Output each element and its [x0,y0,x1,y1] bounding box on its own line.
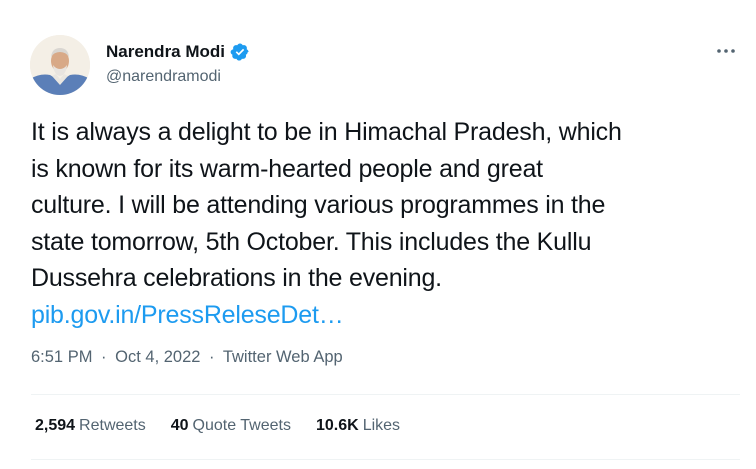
tweet-date[interactable]: Oct 4, 2022 [115,348,200,366]
more-options-button[interactable] [713,38,739,64]
quote-tweets-stat[interactable]: 40 Quote Tweets [171,417,291,435]
meta-separator: · [101,348,107,366]
author-handle[interactable]: @narendramodi [106,68,221,86]
tweet-meta: 6:51 PM · Oct 4, 2022 · Twitter Web App [31,348,343,367]
tweet-text: It is always a delight to be in Himachal… [31,114,746,333]
divider [31,394,740,395]
avatar-portrait-icon [30,35,90,95]
tweet-card: Narendra Modi @narendramodi It is always… [0,0,756,469]
meta-separator: · [209,348,215,366]
more-dots-icon [717,49,735,53]
divider [31,459,740,460]
retweets-count: 2,594 [35,417,76,434]
retweets-label: Retweets [79,417,146,434]
tweet-text-line: It is always a delight to be in Himachal… [31,118,622,146]
tweet-source[interactable]: Twitter Web App [223,348,343,366]
retweets-stat[interactable]: 2,594 Retweets [35,417,146,435]
likes-label: Likes [362,417,401,434]
likes-stat[interactable]: 10.6K Likes [316,417,400,435]
tweet-link[interactable]: pib.gov.in/PressReleseDet… [31,297,746,334]
tweet-text-line: culture. I will be attending various pro… [31,191,606,219]
author-name-row: Narendra Modi [106,41,250,63]
tweet-time[interactable]: 6:51 PM [31,348,92,366]
verified-badge-icon [230,43,249,61]
tweet-stats: 2,594 Retweets 40 Quote Tweets 10.6K Likes [35,417,425,435]
tweet-text-line: is known for its warm-hearted people and… [31,154,543,183]
tweet-text-line: Dussehra celebrations in the evening. [31,264,442,292]
tweet-text-line: state tomorrow, 5th October. This includ… [31,227,592,256]
author-avatar[interactable] [30,35,90,95]
quotes-label: Quote Tweets [192,417,291,434]
likes-count: 10.6K [315,417,359,434]
author-name[interactable]: Narendra Modi [106,42,225,62]
quotes-count: 40 [170,417,189,434]
